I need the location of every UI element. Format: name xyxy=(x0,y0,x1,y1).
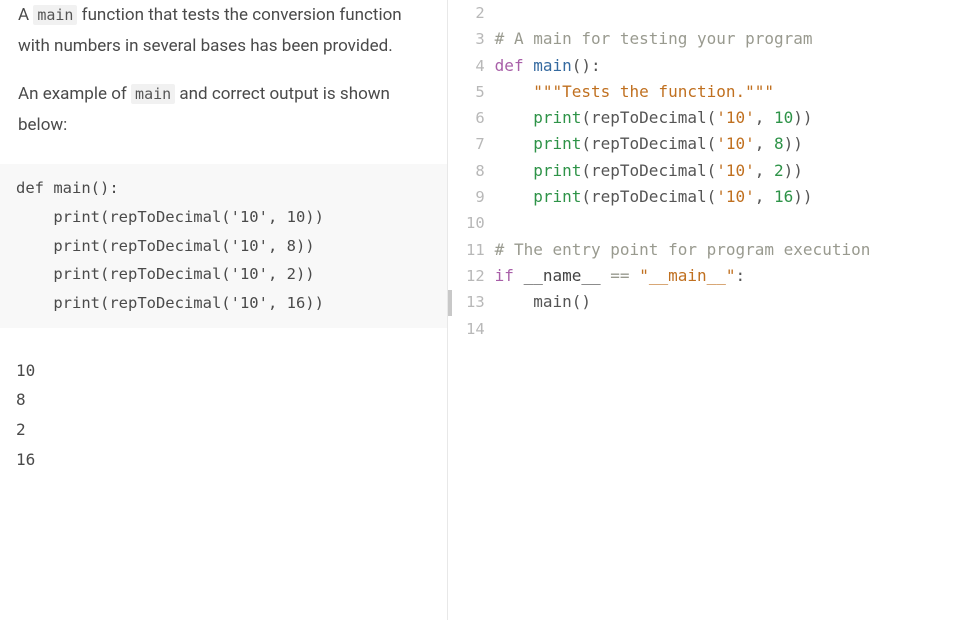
code-editor-panel[interactable]: 234567891011121314 # A main for testing … xyxy=(448,0,956,620)
code-token: : xyxy=(736,266,746,285)
line-number: 2 xyxy=(466,0,485,26)
line-number: 14 xyxy=(466,316,485,342)
inline-code-main: main xyxy=(131,84,175,104)
line-number: 6 xyxy=(466,105,485,131)
code-token: __name__ xyxy=(524,266,611,285)
cursor-indicator xyxy=(448,290,452,316)
code-token: """Tests the function.""" xyxy=(533,82,774,101)
code-token: (repToDecimal( xyxy=(581,187,716,206)
code-token: )) xyxy=(784,134,803,153)
code-token: , xyxy=(755,161,774,180)
line-number: 4 xyxy=(466,53,485,79)
code-line[interactable]: print(repToDecimal('10', 2)) xyxy=(495,158,956,184)
code-line[interactable]: def main(): xyxy=(495,53,956,79)
line-number-gutter: 234567891011121314 xyxy=(448,0,495,620)
instruction-paragraph-2: An example of main and correct output is… xyxy=(18,79,429,140)
code-token xyxy=(495,187,534,206)
example-output: 10 8 2 16 xyxy=(16,356,429,474)
code-line[interactable]: main() xyxy=(495,289,956,315)
example-code: def main(): print(repToDecimal('10', 10)… xyxy=(16,174,447,317)
code-token: 10 xyxy=(774,108,793,127)
line-number: 7 xyxy=(466,131,485,157)
code-token: def xyxy=(495,56,534,75)
code-token: main() xyxy=(495,292,591,311)
instructions-panel: A main function that tests the conversio… xyxy=(0,0,448,620)
code-line[interactable] xyxy=(495,210,956,236)
code-token: , xyxy=(755,187,774,206)
code-token: )) xyxy=(793,108,812,127)
line-number: 12 xyxy=(466,263,485,289)
code-token: , xyxy=(755,134,774,153)
code-line[interactable]: if __name__ == "__main__": xyxy=(495,263,956,289)
code-token: 16 xyxy=(774,187,793,206)
code-token: 8 xyxy=(774,134,784,153)
code-token: print xyxy=(533,108,581,127)
line-number: 10 xyxy=(466,210,485,236)
code-token xyxy=(495,108,534,127)
code-line[interactable]: print(repToDecimal('10', 10)) xyxy=(495,105,956,131)
code-token: main xyxy=(533,56,572,75)
code-line[interactable]: """Tests the function.""" xyxy=(495,79,956,105)
code-token: (repToDecimal( xyxy=(581,134,716,153)
code-line[interactable]: # The entry point for program execution xyxy=(495,237,956,263)
instruction-paragraph-1: A main function that tests the conversio… xyxy=(18,0,429,61)
code-token: == xyxy=(610,266,639,285)
code-content[interactable]: # A main for testing your program def mai… xyxy=(495,0,956,620)
code-token: (): xyxy=(572,56,601,75)
line-number: 11 xyxy=(466,237,485,263)
code-line[interactable] xyxy=(495,316,956,342)
code-line[interactable]: # A main for testing your program xyxy=(495,26,956,52)
example-code-block: def main(): print(repToDecimal('10', 10)… xyxy=(0,164,447,327)
instructions-text: A main function that tests the conversio… xyxy=(18,0,429,140)
code-token: (repToDecimal( xyxy=(581,161,716,180)
line-number: 5 xyxy=(466,79,485,105)
code-line[interactable]: print(repToDecimal('10', 16)) xyxy=(495,184,956,210)
text: A xyxy=(18,5,33,25)
code-token: '10' xyxy=(716,108,755,127)
line-number: 9 xyxy=(466,184,485,210)
code-token: (repToDecimal( xyxy=(581,108,716,127)
code-token: '10' xyxy=(716,134,755,153)
code-token: , xyxy=(755,108,774,127)
code-token xyxy=(495,161,534,180)
code-line[interactable] xyxy=(495,0,956,26)
code-editor[interactable]: 234567891011121314 # A main for testing … xyxy=(448,0,956,620)
code-token: '10' xyxy=(716,187,755,206)
code-token: # A main for testing your program xyxy=(495,29,813,48)
code-token: if xyxy=(495,266,524,285)
code-token: print xyxy=(533,134,581,153)
line-number: 8 xyxy=(466,158,485,184)
text: An example of xyxy=(18,84,131,104)
code-token: )) xyxy=(784,161,803,180)
line-number: 3 xyxy=(466,26,485,52)
code-token xyxy=(495,134,534,153)
code-token xyxy=(495,82,534,101)
code-token: "__main__" xyxy=(639,266,735,285)
code-token: print xyxy=(533,161,581,180)
code-token: )) xyxy=(793,187,812,206)
code-token: print xyxy=(533,187,581,206)
line-number: 13 xyxy=(466,289,485,315)
code-line[interactable]: print(repToDecimal('10', 8)) xyxy=(495,131,956,157)
code-token: '10' xyxy=(716,161,755,180)
inline-code-main: main xyxy=(33,5,77,25)
code-token: # The entry point for program execution xyxy=(495,240,871,259)
code-token: 2 xyxy=(774,161,784,180)
